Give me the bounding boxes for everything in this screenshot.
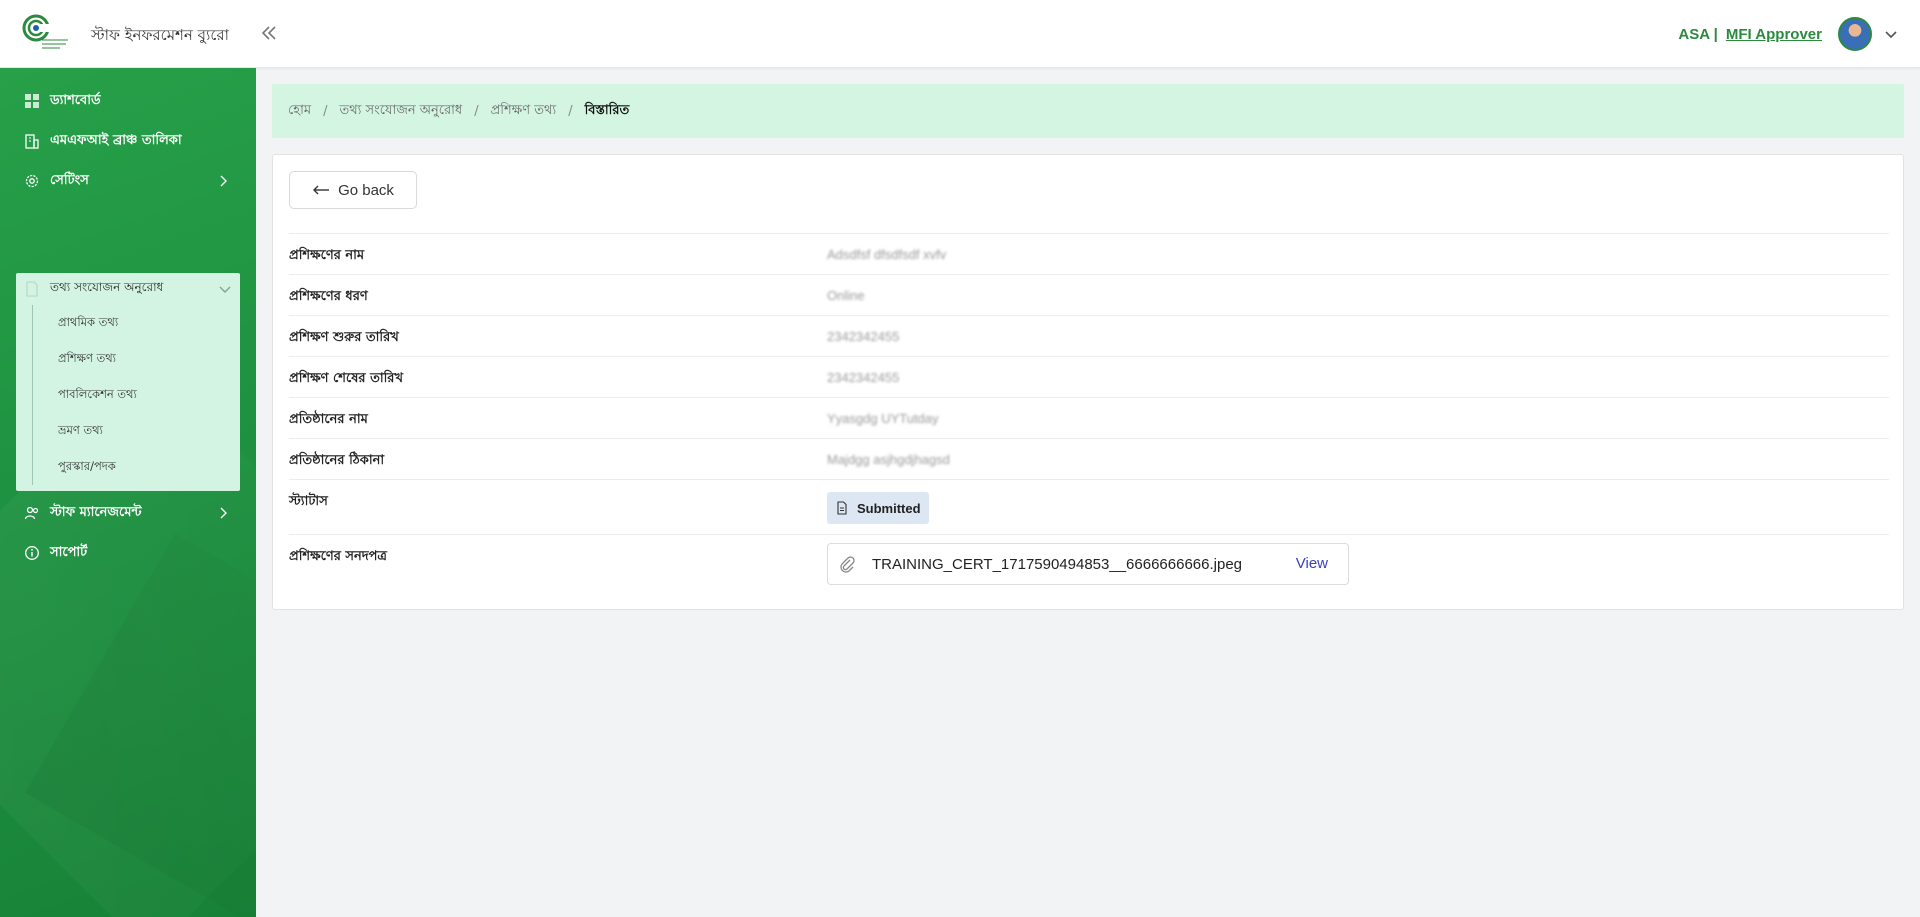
certificate-label: প্রশিক্ষণের সনদপত্র	[289, 549, 387, 564]
training-name-label: প্রশিক্ষণের নাম	[289, 248, 365, 263]
chevron-down-icon[interactable]	[1884, 27, 1898, 41]
paperclip-icon	[840, 556, 855, 573]
training-type-value: Online	[827, 288, 865, 303]
subnav-item-basic-info[interactable]: প্রাথমিক তথ্য	[33, 305, 232, 341]
subnav-item-publication-info[interactable]: পাবলিকেশন তথ্য	[33, 377, 232, 413]
sidebar-item-dashboard[interactable]: ড্যাশবোর্ড	[16, 83, 240, 119]
breadcrumb-separator: /	[568, 103, 573, 119]
avatar[interactable]	[1838, 17, 1872, 51]
subnav-item-travel-info[interactable]: ভ্রমণ তথ্য	[33, 413, 232, 449]
sidebar-item-label: সাপোর্ট	[50, 544, 88, 560]
detail-row: প্রশিক্ষণের সনদপত্র TRAINING_CERT_171759…	[289, 534, 1889, 594]
subnav-item-training-info[interactable]: প্রশিক্ষণ তথ্য	[33, 341, 232, 377]
breadcrumb: হোম / তথ্য সংযোজন অনুরোধ / প্রশিক্ষণ তথ্…	[272, 84, 1904, 138]
view-certificate-link[interactable]: View	[1296, 555, 1328, 572]
sidebar-item-branch-list[interactable]: এমএফআই ব্রাঞ্চ তালিকা	[16, 123, 240, 159]
sidebar: ড্যাশবোর্ড এমএফআই ব্রাঞ্চ তালিকা সেটিংস …	[0, 68, 256, 917]
status-label: স্ট্যাটাস	[289, 494, 328, 509]
top-header: স্টাফ ইনফরমেশন ব্যুরো ASA | MFI Approver	[0, 0, 1920, 68]
subnav-item-awards[interactable]: পুরস্কার/পদক	[33, 449, 232, 485]
detail-row: স্ট্যাটাস Submitted	[289, 479, 1889, 534]
institution-address-label: প্রতিষ্ঠানের ঠিকানা	[289, 453, 385, 468]
training-start-date-label: প্রশিক্ষণ শুরুর তারিখ	[289, 330, 399, 345]
sidebar-item-label: সেটিংস	[50, 172, 89, 188]
detail-row: প্রশিক্ষণ শুরুর তারিখ 2342342455	[289, 315, 1889, 356]
users-icon	[24, 506, 39, 520]
sidebar-group-label: তথ্য সংযোজন অনুরোধ	[50, 280, 164, 294]
org-name: ASA |	[1678, 25, 1718, 43]
sidebar-item-support[interactable]: সাপোর্ট	[16, 535, 240, 571]
status-value: Submitted	[857, 500, 921, 516]
role-link[interactable]: MFI Approver	[1726, 26, 1822, 43]
go-back-label: Go back	[338, 181, 394, 199]
sidebar-item-settings[interactable]: সেটিংস	[16, 163, 240, 199]
detail-row: প্রতিষ্ঠানের নাম Yyasgdg UYTutday	[289, 397, 1889, 438]
training-type-label: প্রশিক্ষণের ধরণ	[289, 289, 368, 304]
breadcrumb-separator: /	[323, 103, 328, 119]
breadcrumb-home[interactable]: হোম	[288, 101, 311, 122]
detail-row: প্রশিক্ষণের নাম Adsdfsf dfsdfsdf xvfv	[289, 233, 1889, 274]
sidebar-item-data-requests[interactable]: তথ্য সংযোজন অনুরোধ	[16, 273, 240, 305]
details-card: Go back প্রশিক্ষণের নাম Adsdfsf dfsdfsdf…	[272, 154, 1904, 610]
training-name-value: Adsdfsf dfsdfsdf xvfv	[827, 247, 947, 262]
app-title: স্টাফ ইনফরমেশন ব্যুরো	[91, 26, 229, 44]
institution-address-value: Majdgg asjhgdjhagsd	[827, 452, 950, 467]
training-end-date-value: 2342342455	[827, 370, 900, 385]
chevron-down-icon	[219, 286, 231, 293]
dashboard-icon	[25, 94, 39, 108]
collapse-sidebar-icon[interactable]	[258, 22, 280, 44]
training-end-date-label: প্রশিক্ষণ শেষের তারিখ	[289, 371, 403, 386]
detail-row: প্রশিক্ষণ শেষের তারিখ 2342342455	[289, 356, 1889, 397]
info-icon	[25, 546, 39, 560]
user-menu[interactable]: ASA | MFI Approver	[1678, 14, 1898, 54]
breadcrumb-separator: /	[474, 103, 479, 119]
training-start-date-value: 2342342455	[827, 329, 900, 344]
subnav-list: প্রাথমিক তথ্য প্রশিক্ষণ তথ্য পাবলিকেশন ত…	[32, 305, 232, 485]
authority-logo	[22, 14, 68, 49]
document-icon	[837, 501, 847, 515]
sidebar-group-data-requests: তথ্য সংযোজন অনুরোধ প্রাথমিক তথ্য প্রশিক্…	[16, 273, 240, 491]
detail-row: প্রতিষ্ঠানের ঠিকানা Majdgg asjhgdjhagsd	[289, 438, 1889, 479]
gear-icon	[25, 174, 39, 188]
breadcrumb-current: বিস্তারিত	[584, 102, 630, 118]
institution-name-label: প্রতিষ্ঠানের নাম	[289, 412, 368, 427]
go-back-button[interactable]: Go back	[289, 171, 417, 209]
chevron-right-icon	[220, 507, 227, 519]
sidebar-item-label: ড্যাশবোর্ড	[50, 92, 101, 108]
sidebar-item-label: স্টাফ ম্যানেজমেন্ট	[50, 504, 142, 520]
document-icon	[26, 281, 38, 297]
breadcrumb-training-info[interactable]: প্রশিক্ষণ তথ্য	[491, 101, 557, 122]
sidebar-item-staff-management[interactable]: স্টাফ ম্যানেজমেন্ট	[16, 495, 240, 531]
arrow-left-icon	[313, 185, 330, 195]
sidebar-item-label: এমএফআই ব্রাঞ্চ তালিকা	[50, 132, 182, 148]
chevron-right-icon	[220, 175, 227, 187]
institution-name-value: Yyasgdg UYTutday	[827, 411, 939, 426]
certificate-attachment: TRAINING_CERT_1717590494853__6666666666.…	[827, 543, 1349, 585]
building-icon	[25, 134, 39, 149]
breadcrumb-data-requests[interactable]: তথ্য সংযোজন অনুরোধ	[339, 101, 462, 122]
status-badge: Submitted	[827, 492, 929, 524]
certificate-file-name: TRAINING_CERT_1717590494853__6666666666.…	[872, 555, 1242, 573]
detail-row: প্রশিক্ষণের ধরণ Online	[289, 274, 1889, 315]
